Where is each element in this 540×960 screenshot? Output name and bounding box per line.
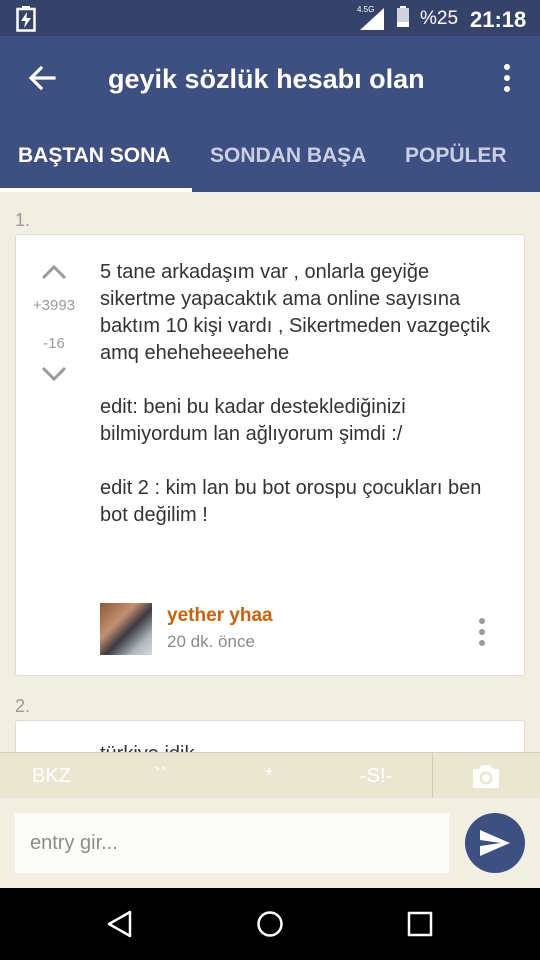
downvote-count: -16: [43, 335, 65, 352]
upvote-icon[interactable]: [40, 263, 68, 281]
signal-icon: [360, 8, 384, 30]
entry-content: 5 tane arkadaşım var , onlarla geyiğe si…: [100, 259, 500, 556]
clock: 21:18: [470, 7, 527, 32]
camera-icon[interactable]: [470, 762, 502, 790]
toolbar-divider: [432, 753, 433, 799]
status-bar: 4.5G %25 21:18: [0, 0, 540, 36]
tab-populer[interactable]: POPÜLER: [405, 144, 507, 168]
tab-bar: BAŞTAN SONA SONDAN BAŞA POPÜLER: [0, 136, 540, 192]
entry-number: 1.: [15, 210, 31, 230]
backtick-button[interactable]: ``: [154, 765, 167, 788]
spoiler-button[interactable]: -S!-: [360, 765, 392, 788]
nav-home-icon[interactable]: [256, 910, 284, 938]
entry-input[interactable]: [15, 813, 449, 873]
upvote-count: +3993: [32, 297, 76, 314]
entry-paragraph: türkiye idik...: [100, 743, 211, 752]
entry-paragraph: edit: beni bu kadar desteklediğinizi bil…: [100, 396, 406, 445]
navigation-bar: [0, 888, 540, 960]
entry-input-area: [0, 798, 540, 888]
entry-time: 20 dk. önce: [167, 632, 255, 651]
send-icon: [480, 830, 510, 856]
send-button[interactable]: [465, 813, 525, 873]
bkz-button[interactable]: BKZ: [32, 765, 71, 788]
battery-icon: [397, 6, 409, 27]
app-bar: geyik sözlük hesabı olan BAŞTAN SONA SON…: [0, 36, 540, 192]
entry-card: +3993 -16 5 tane arkadaşım var , onlarla…: [15, 234, 525, 676]
page-title: geyik sözlük hesabı olan: [108, 64, 425, 94]
battery-charging-icon: [16, 6, 36, 32]
author-name[interactable]: yether yhaa: [167, 605, 273, 627]
avatar[interactable]: [100, 603, 152, 655]
battery-percent: %25: [420, 8, 459, 29]
nav-recents-icon[interactable]: [407, 911, 433, 937]
downvote-icon[interactable]: [40, 365, 68, 383]
format-toolbar: BKZ `` * -S!-: [0, 752, 540, 799]
entry-number: 2.: [15, 696, 31, 716]
entry-card: türkiye idik...: [15, 720, 525, 752]
star-button[interactable]: *: [265, 765, 273, 788]
nav-back-icon[interactable]: [106, 910, 134, 938]
more-vert-icon[interactable]: [496, 62, 518, 94]
entry-list[interactable]: 1. +3993 -16 5 tane arkadaşım var , onla…: [0, 192, 540, 752]
tab-bastan-sona[interactable]: BAŞTAN SONA: [18, 144, 170, 168]
entry-more-icon[interactable]: [476, 617, 488, 647]
tab-sondan-basa[interactable]: SONDAN BAŞA: [210, 144, 366, 168]
entry-paragraph: edit 2 : kim lan bu bot orospu çocukları…: [100, 477, 482, 526]
back-arrow-icon[interactable]: [26, 62, 58, 94]
entry-paragraph: 5 tane arkadaşım var , onlarla geyiğe si…: [100, 261, 491, 364]
